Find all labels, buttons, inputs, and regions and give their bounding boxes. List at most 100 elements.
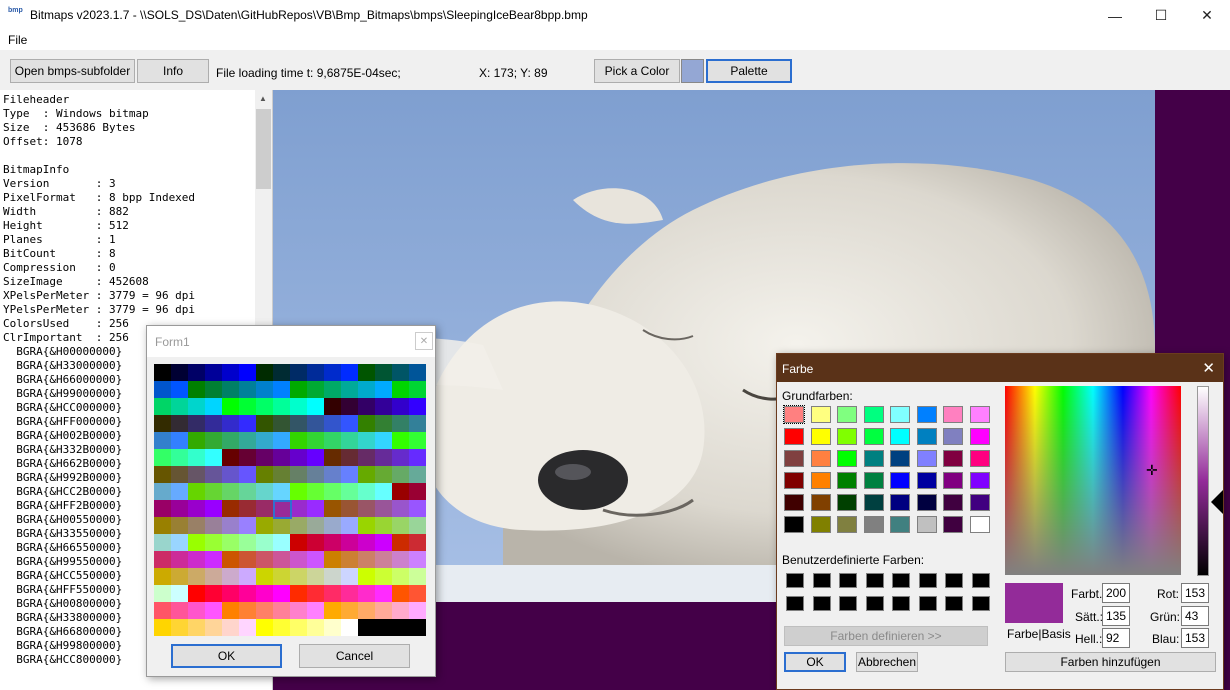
palette-cell[interactable]: [341, 534, 358, 551]
farbe-cancel-button[interactable]: Abbrechen: [856, 652, 918, 672]
basic-color-swatch[interactable]: [916, 494, 937, 511]
custom-color-swatch[interactable]: [865, 596, 884, 611]
palette-cell[interactable]: [239, 585, 256, 602]
palette-cell[interactable]: [273, 483, 290, 500]
palette-cell[interactable]: [239, 398, 256, 415]
palette-cell[interactable]: [188, 619, 205, 636]
palette-cell[interactable]: [341, 585, 358, 602]
palette-cell[interactable]: [392, 466, 409, 483]
basic-color-swatch[interactable]: [943, 516, 963, 533]
palette-cell[interactable]: [324, 483, 341, 500]
custom-color-swatch[interactable]: [812, 573, 831, 588]
blue-field[interactable]: 153: [1181, 628, 1209, 648]
palette-cell[interactable]: [324, 602, 341, 619]
palette-cell[interactable]: [205, 483, 222, 500]
palette-cell[interactable]: [256, 415, 273, 432]
palette-cell[interactable]: [307, 398, 324, 415]
form1-cancel-button[interactable]: Cancel: [299, 644, 410, 668]
palette-cell[interactable]: [358, 585, 375, 602]
palette-cell[interactable]: [358, 500, 375, 517]
palette-cell[interactable]: [222, 585, 239, 602]
palette-cell[interactable]: [239, 500, 256, 517]
menu-file[interactable]: File: [8, 33, 27, 47]
basic-color-swatch[interactable]: [943, 494, 963, 511]
palette-cell[interactable]: [273, 602, 290, 619]
palette-cell[interactable]: [324, 449, 341, 466]
basic-color-swatch[interactable]: [783, 405, 805, 424]
palette-cell[interactable]: [222, 602, 239, 619]
palette-button[interactable]: Palette: [706, 59, 792, 83]
palette-cell[interactable]: [375, 585, 392, 602]
palette-cell[interactable]: [307, 517, 324, 534]
palette-cell[interactable]: [392, 432, 409, 449]
palette-cell[interactable]: [171, 568, 188, 585]
define-colors-button[interactable]: Farben definieren >>: [784, 626, 988, 646]
palette-cell[interactable]: [290, 381, 307, 398]
palette-cell[interactable]: [358, 466, 375, 483]
palette-cell[interactable]: [324, 381, 341, 398]
basic-color-swatch[interactable]: [837, 516, 857, 533]
basic-color-swatch[interactable]: [863, 472, 884, 489]
palette-cell[interactable]: [154, 449, 171, 466]
palette-cell[interactable]: [154, 483, 171, 500]
palette-cell[interactable]: [239, 415, 256, 432]
palette-cell[interactable]: [290, 449, 307, 466]
palette-cell[interactable]: [273, 381, 290, 398]
palette-cell[interactable]: [239, 568, 256, 585]
palette-cell[interactable]: [256, 364, 273, 381]
palette-cell[interactable]: [358, 415, 375, 432]
basic-color-swatch[interactable]: [890, 494, 910, 511]
palette-cell[interactable]: [222, 534, 239, 551]
palette-cell[interactable]: [205, 534, 222, 551]
palette-cell[interactable]: [392, 585, 409, 602]
palette-cell[interactable]: [358, 364, 375, 381]
info-button[interactable]: Info: [137, 59, 209, 83]
palette-cell[interactable]: [256, 602, 273, 619]
palette-cell[interactable]: [324, 432, 341, 449]
custom-color-swatch[interactable]: [971, 573, 990, 588]
custom-color-swatch[interactable]: [945, 573, 963, 588]
close-button[interactable]: ✕: [1184, 0, 1230, 31]
palette-cell[interactable]: [409, 415, 426, 432]
palette-cell[interactable]: [375, 364, 392, 381]
palette-cell[interactable]: [290, 517, 307, 534]
basic-color-swatch[interactable]: [890, 406, 910, 423]
palette-cell[interactable]: [375, 415, 392, 432]
palette-cell[interactable]: [256, 483, 273, 500]
palette-cell[interactable]: [222, 381, 239, 398]
palette-cell[interactable]: [409, 364, 426, 381]
basic-color-swatch[interactable]: [916, 516, 937, 533]
palette-cell[interactable]: [222, 432, 239, 449]
palette-cell[interactable]: [171, 432, 188, 449]
palette-cell[interactable]: [154, 381, 171, 398]
palette-cell[interactable]: [290, 551, 307, 568]
palette-cell[interactable]: [341, 551, 358, 568]
palette-cell[interactable]: [239, 432, 256, 449]
palette-cell[interactable]: [154, 551, 171, 568]
basic-color-swatch[interactable]: [943, 428, 963, 445]
palette-cell[interactable]: [307, 619, 324, 636]
palette-cell[interactable]: [273, 466, 290, 483]
palette-cell[interactable]: [392, 568, 409, 585]
palette-cell[interactable]: [256, 398, 273, 415]
basic-color-swatch[interactable]: [784, 450, 804, 467]
palette-cell[interactable]: [358, 602, 375, 619]
palette-cell[interactable]: [188, 568, 205, 585]
pick-color-button[interactable]: Pick a Color: [594, 59, 680, 83]
palette-cell[interactable]: [375, 619, 392, 636]
palette-cell[interactable]: [256, 381, 273, 398]
palette-cell[interactable]: [239, 602, 256, 619]
palette-cell[interactable]: [239, 466, 256, 483]
basic-color-swatch[interactable]: [810, 494, 831, 511]
basic-color-swatch[interactable]: [863, 450, 884, 467]
basic-color-swatch[interactable]: [810, 450, 831, 467]
basic-color-swatch[interactable]: [810, 428, 831, 445]
palette-cell[interactable]: [256, 585, 273, 602]
palette-cell[interactable]: [324, 585, 341, 602]
palette-cell[interactable]: [341, 619, 358, 636]
luminance-arrow-icon[interactable]: [1211, 490, 1223, 514]
palette-cell[interactable]: [188, 466, 205, 483]
custom-color-swatch[interactable]: [892, 596, 910, 611]
palette-cell[interactable]: [205, 466, 222, 483]
palette-cell[interactable]: [273, 364, 290, 381]
